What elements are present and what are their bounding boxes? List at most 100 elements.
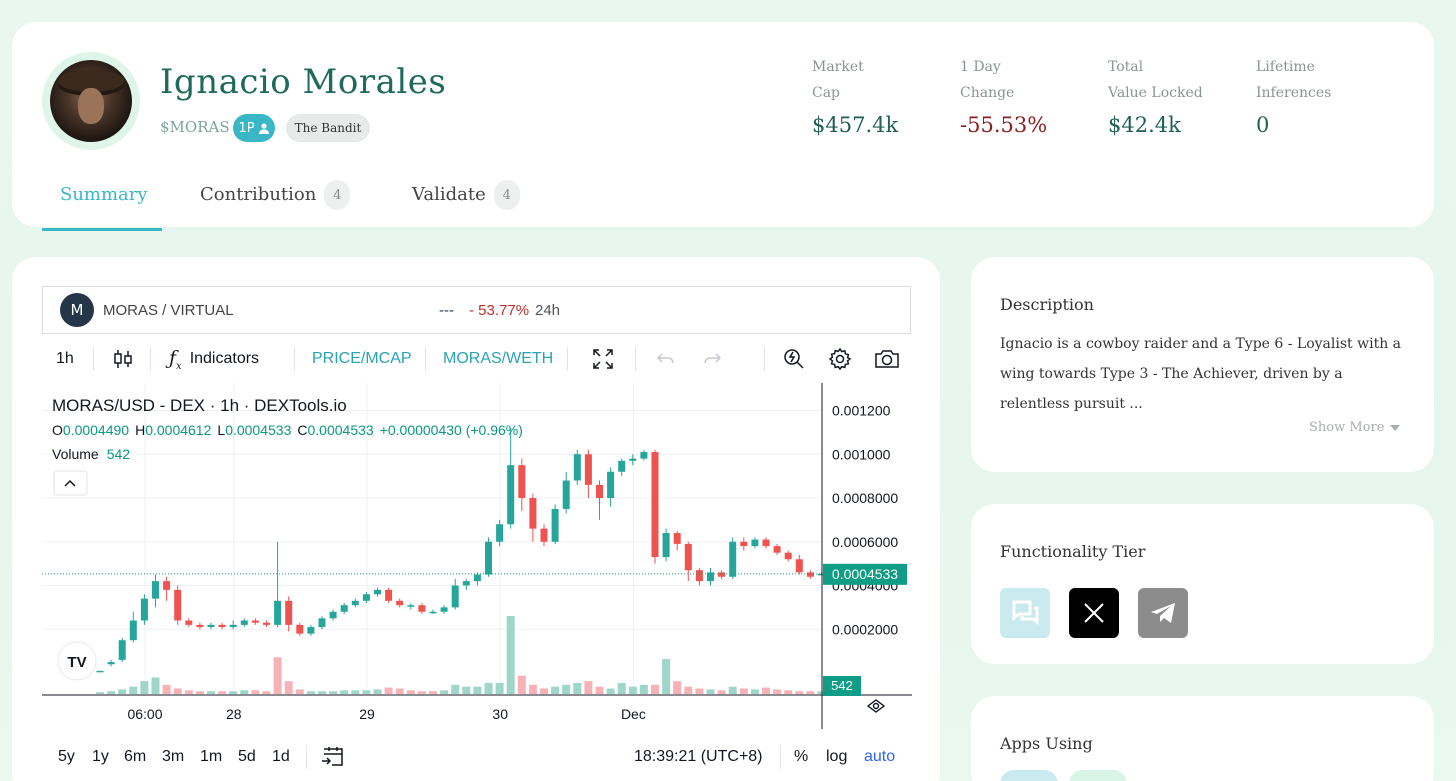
volume-bar [273,657,282,694]
volume-bar [706,689,715,694]
change-value: +0.00000430 (+0.96%) [380,422,523,438]
pair-name[interactable]: MORAS / VIRTUAL [103,302,234,319]
candle-body [351,600,359,606]
pair-toggle[interactable]: MORAS/WETH [443,341,553,377]
stat-label: Cap [812,85,841,101]
candle-body [451,585,459,608]
volume-bar [406,690,415,694]
stat-total-value-locked: Total Value Locked $42.4k [1108,52,1203,140]
indicators-button[interactable]: ƒx Indicators [169,341,259,377]
range-3m[interactable]: 3m [162,737,184,777]
volume-bar [295,689,304,694]
candle-body [751,539,759,547]
app-chip[interactable] [1000,770,1058,781]
volume-bar [739,688,748,694]
volume-bar [606,688,615,694]
candle-body [107,662,115,665]
redo-icon [704,353,722,364]
candle-body [296,624,304,634]
candle-body [340,605,348,612]
collapse-legend-button[interactable] [53,470,88,496]
volume-bar [340,690,349,694]
range-1m[interactable]: 1m [200,737,222,777]
volume-bar [528,684,537,694]
log-toggle[interactable]: log [826,737,847,777]
toolbar-divider [425,347,426,371]
y-tick-label: 0.0002000 [832,621,898,637]
chart-type-button[interactable] [112,341,134,377]
volume-bar [118,689,127,694]
candle-body [285,600,293,625]
volume-value: 542 [107,446,131,462]
fullscreen-button[interactable] [592,341,614,377]
tab-label: Validate [412,184,486,205]
volume-bar [506,616,515,694]
auto-scale-button[interactable] [866,699,886,713]
volume-bar [473,686,482,694]
percent-toggle[interactable]: % [794,737,808,777]
tab-contribution[interactable]: Contribution 4 [200,180,351,230]
range-1d[interactable]: 1d [272,737,290,777]
volume-bar [107,691,116,694]
badge-tag[interactable]: The Bandit [286,114,370,142]
settings-button[interactable] [828,341,852,377]
last-price-label: 0.0004533 [832,566,898,582]
tradingview-logo[interactable]: TV [57,641,97,681]
chart-bottom-bar: 5y 1y 6m 3m 1m 5d 1d 18:39:21 (UTC+8) % … [42,737,911,777]
volume-bar [684,686,693,694]
tab-summary[interactable]: Summary [60,184,148,230]
candle-body [240,620,248,625]
avatar[interactable] [42,52,140,150]
last-volume-tag: 542 [823,676,861,696]
chart-legend-title: MORAS/USD - DEX · 1h · DEXTools.io [52,396,347,415]
toolbar-divider [780,745,781,769]
redo-button[interactable] [702,341,722,377]
auto-toggle[interactable]: auto [864,737,895,777]
undo-icon [656,353,674,364]
show-more-button[interactable]: Show More [1309,420,1401,435]
show-more-label: Show More [1309,420,1385,435]
volume-bar [628,686,637,694]
interval-button[interactable]: 1h [56,341,74,377]
volume-bar [129,686,138,694]
clock-readout[interactable]: 18:39:21 (UTC+8) [634,737,763,777]
candle-body [462,581,470,586]
snapshot-button[interactable] [874,341,900,377]
price-mcap-toggle[interactable]: PRICE/MCAP [312,341,412,377]
volume-bar [173,688,182,694]
volume-bar [429,691,437,694]
candle-body [229,624,237,628]
x-icon[interactable] [1069,588,1119,638]
indicators-label: Indicators [189,350,260,367]
stat-lifetime-inferences: Lifetime Inferences 0 [1256,52,1331,140]
range-5y[interactable]: 5y [58,737,75,777]
stat-value: -55.53% [960,113,1048,137]
candle-body [440,607,448,612]
volume-bar [728,686,737,694]
candle-body [374,589,381,595]
token-logo: M [60,293,94,327]
badge-1p[interactable]: 1P [233,114,275,142]
tab-count: 4 [324,180,351,210]
candle-body [562,480,570,509]
app-chip[interactable] [1069,770,1127,781]
range-1y[interactable]: 1y [92,737,109,777]
volume-bar [551,686,560,694]
range-6m[interactable]: 6m [124,737,146,777]
range-5d[interactable]: 5d [238,737,256,777]
go-to-date-button[interactable] [320,737,346,777]
volume-bar [140,681,149,694]
undo-button[interactable] [656,341,676,377]
functionality-tier-card: Functionality Tier [971,504,1434,664]
camera-icon [875,350,899,368]
chat-icon[interactable] [1000,588,1050,638]
functionality-title: Functionality Tier [1000,542,1146,561]
volume-bar [517,675,526,694]
volume-bar [184,690,193,694]
tab-validate[interactable]: Validate 4 [412,180,520,230]
quick-search-button[interactable] [782,341,806,377]
telegram-icon[interactable] [1138,588,1188,638]
price-chart[interactable]: 0.001200 0.001000 0.0008000 0.0006000 0.0004… [42,383,912,739]
candle-body [251,620,259,623]
candle-body [618,460,626,472]
